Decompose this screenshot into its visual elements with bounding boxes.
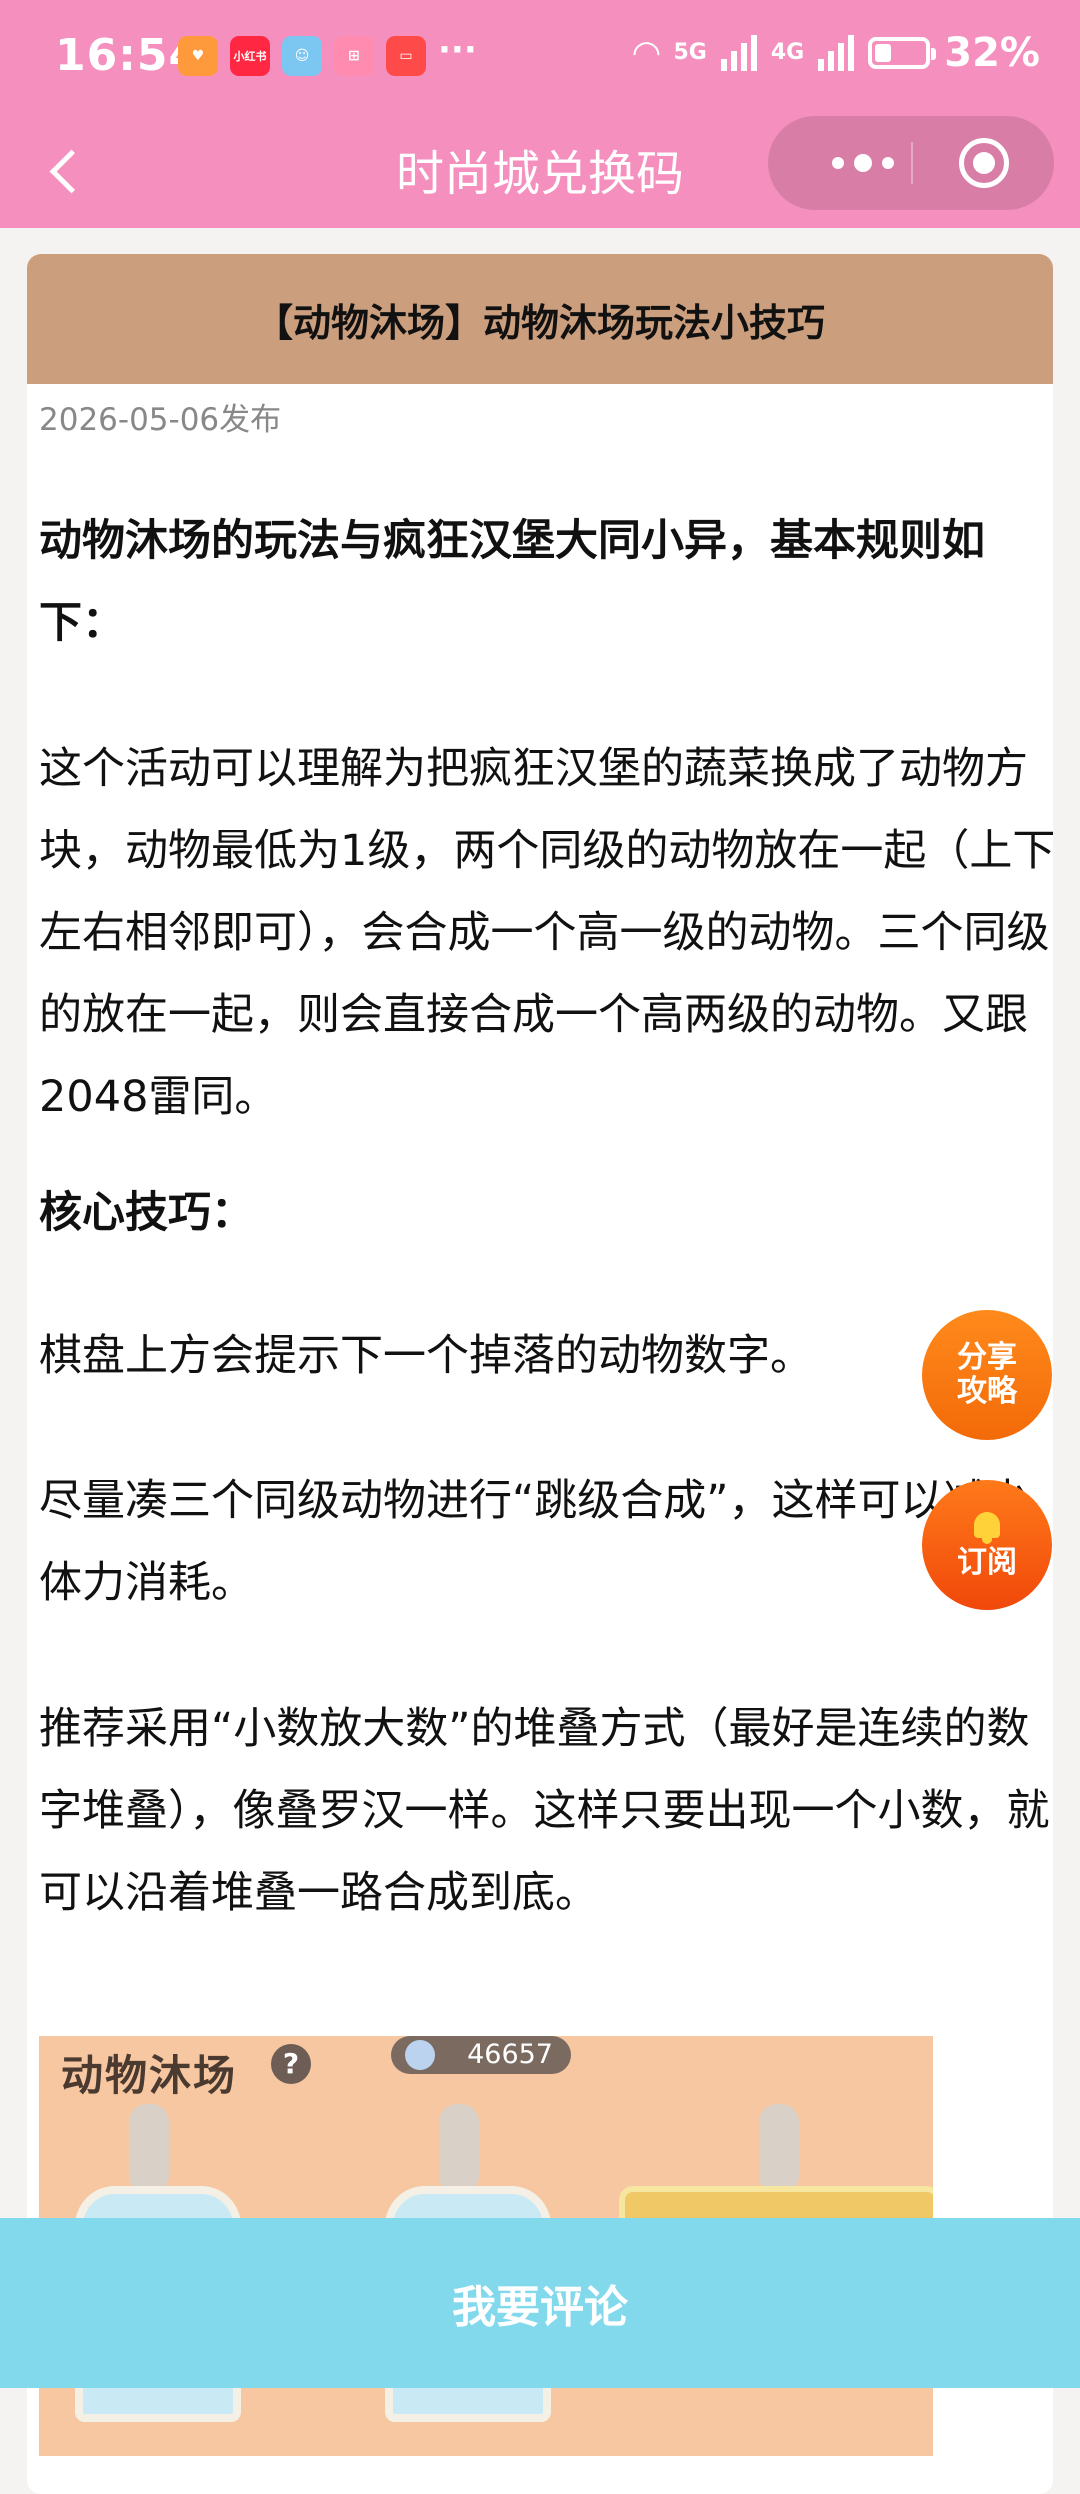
comment-button[interactable]: 我要评论 (0, 2218, 1080, 2388)
book-app-icon: ▭ (386, 36, 426, 76)
share-label: 分享 (957, 1340, 1017, 1375)
mascot-app-icon: ☺ (282, 36, 322, 76)
article-paragraph: 这个活动可以理解为把疯狂汉堡的蔬菜换成了动物方块，动物最低为1级，两个同级的动物… (39, 744, 1053, 1122)
battery-icon (868, 37, 937, 69)
shower-tap (439, 2104, 479, 2194)
net-4g-label: 4G (770, 40, 805, 65)
more-options-button[interactable] (808, 116, 918, 210)
system-status: ◠ 5G 4G 32% (633, 30, 1040, 76)
article-title: 【动物沐场】动物沐场玩法小技巧 (27, 254, 1053, 384)
shower-tap (129, 2104, 169, 2194)
subscribe-label: 订阅 (957, 1545, 1017, 1580)
guide-label: 攻略 (957, 1374, 1017, 1409)
bell-icon (970, 1510, 1004, 1544)
article-subheading: 核心技巧： (39, 1188, 254, 1238)
signal-4g-icon (818, 35, 855, 71)
gift-icon: ⊞ (334, 36, 374, 76)
xiaohongshu-icon: 小红书 (230, 36, 270, 76)
capsule-divider (911, 142, 913, 184)
article-card: 【动物沐场】动物沐场玩法小技巧 2026-05-06发布 动物沐场的玩法与疯狂汉… (27, 254, 1053, 2494)
game-title: 动物沐场 (61, 2051, 238, 2100)
shower-tap (759, 2104, 799, 2194)
article-paragraph: 尽量凑三个同级动物进行“跳级合成”，这样可以减少体力消耗。 (39, 1476, 1030, 1608)
heart-app-icon: ♥ (178, 36, 218, 76)
share-guide-button[interactable]: 分享 攻略 (922, 1310, 1052, 1440)
net-5g-label: 5G (673, 40, 707, 65)
miniprogram-capsule (768, 116, 1054, 210)
battery-percent: 32% (944, 30, 1040, 76)
more-notifications-icon: ··· (438, 30, 477, 70)
notification-icons: ♥ 小红书 ☺ ⊞ ▭ (178, 36, 426, 76)
coin-counter: 46657 (391, 2036, 571, 2074)
close-miniprogram-button[interactable] (959, 138, 1009, 188)
status-bar: 16:54 ♥ 小红书 ☺ ⊞ ▭ ··· ◠ 5G 4G 32% (0, 0, 1080, 118)
subscribe-button[interactable]: 订阅 (922, 1480, 1052, 1610)
wifi-icon: ◠ (633, 33, 660, 73)
article-paragraph: 动物沐场的玩法与疯狂汉堡大同小异，基本规则如下： (39, 516, 985, 648)
article-paragraph: 棋盘上方会提示下一个掉落的动物数字。 (39, 1331, 813, 1381)
help-icon: ? (271, 2044, 311, 2084)
signal-5g-icon (720, 35, 757, 71)
publish-date: 2026-05-06发布 (39, 402, 282, 438)
article-paragraph: 推荐采用“小数放大数”的堆叠方式（最好是连续的数字堆叠），像叠罗汉一样。这样只要… (39, 1704, 1050, 1918)
